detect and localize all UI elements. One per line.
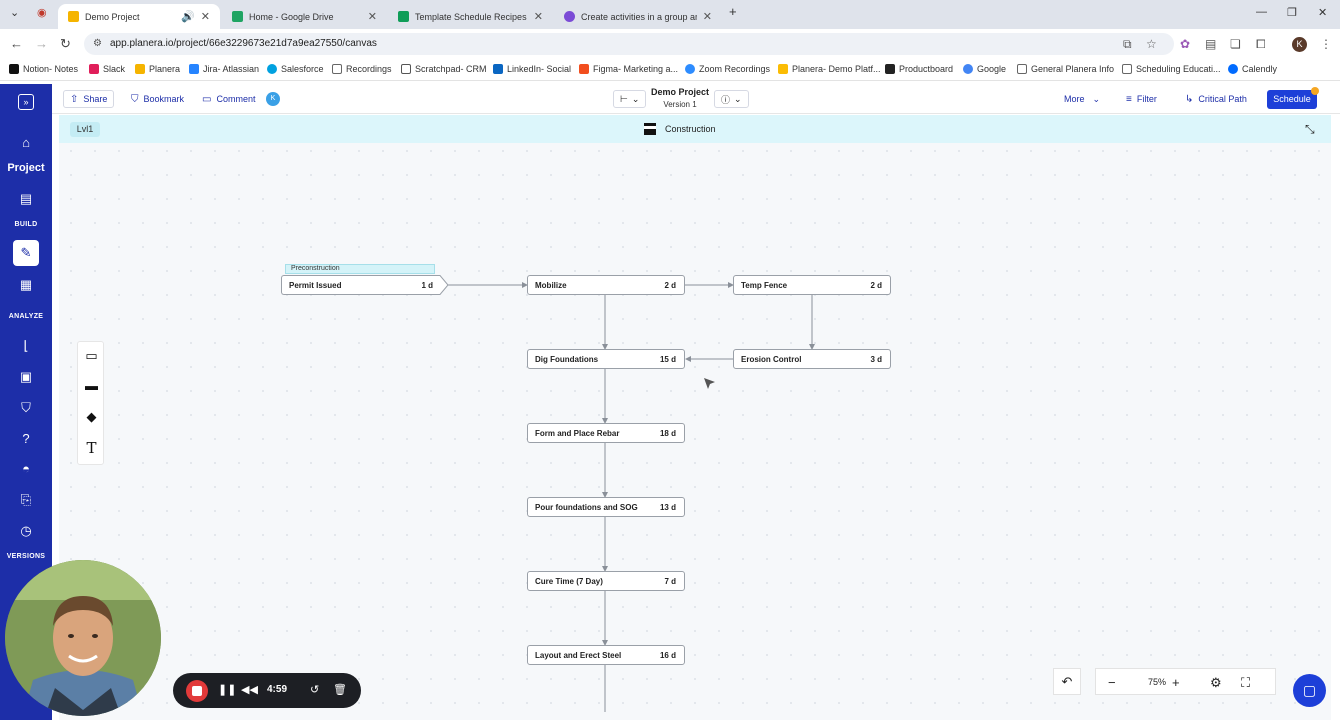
fit-to-screen-icon[interactable]: ⛶ <box>1241 675 1250 691</box>
webcam-bubble <box>5 560 161 716</box>
wbs-tag-preconstruction[interactable]: Preconstruction <box>285 264 435 274</box>
shape-palette: ▭ ▬ ◆ T <box>77 341 104 465</box>
undo-icon: ↶ <box>1061 674 1073 689</box>
rectangle-icon: ▭ <box>85 348 98 363</box>
pause-icon[interactable]: ❚❚ <box>218 683 236 696</box>
activity-node[interactable]: Cure Time (7 Day) 7 d <box>527 571 685 591</box>
recording-controls: ❚❚ ◀◀ 4:59 ↺ 🗑 <box>173 673 361 708</box>
text-icon: T <box>86 439 97 457</box>
milestone-tool-button[interactable]: ◆ <box>78 409 105 425</box>
text-tool-button[interactable]: T <box>78 439 105 457</box>
presenter-video <box>5 560 161 716</box>
activity-node[interactable]: Form and Place Rebar 18 d <box>527 423 685 443</box>
activity-node[interactable]: Layout and Erect Steel 16 d <box>527 645 685 665</box>
activity-node[interactable]: Pour foundations and SOG 13 d <box>527 497 685 517</box>
restart-icon[interactable]: ↺ <box>310 683 319 696</box>
activity-node[interactable]: Permit Issued 1 d <box>281 275 439 295</box>
undo-button[interactable]: ↶ <box>1053 668 1081 695</box>
activity-node[interactable]: Dig Foundations 15 d <box>527 349 685 369</box>
recording-timer: 4:59 <box>267 684 288 695</box>
zoom-out-button[interactable]: − <box>1108 675 1116 690</box>
activity-node[interactable]: Temp Fence 2 d <box>733 275 891 295</box>
zoom-in-button[interactable]: + <box>1172 675 1180 690</box>
activity-tool-button[interactable]: ▭ <box>78 348 105 364</box>
diamond-icon: ◆ <box>86 409 97 424</box>
mouse-cursor-icon <box>704 378 715 389</box>
chat-icon: ▢ <box>1302 682 1317 698</box>
activity-node[interactable]: Mobilize 2 d <box>527 275 685 295</box>
group-box-icon: ▬ <box>85 378 98 393</box>
group-tool-button[interactable]: ▬ <box>78 378 105 393</box>
chat-support-button[interactable]: ▢ <box>1293 674 1326 707</box>
settings-gear-icon[interactable]: ⚙ <box>1210 675 1222 691</box>
delete-recording-icon[interactable]: 🗑 <box>333 683 347 696</box>
zoom-controls: − 75% + ⚙ ⛶ <box>1095 668 1276 695</box>
rewind-icon[interactable]: ◀◀ <box>241 683 258 696</box>
stop-recording-button[interactable] <box>186 680 208 702</box>
milestone-arrow-tip <box>438 275 449 295</box>
activity-node[interactable]: Erosion Control 3 d <box>733 349 891 369</box>
